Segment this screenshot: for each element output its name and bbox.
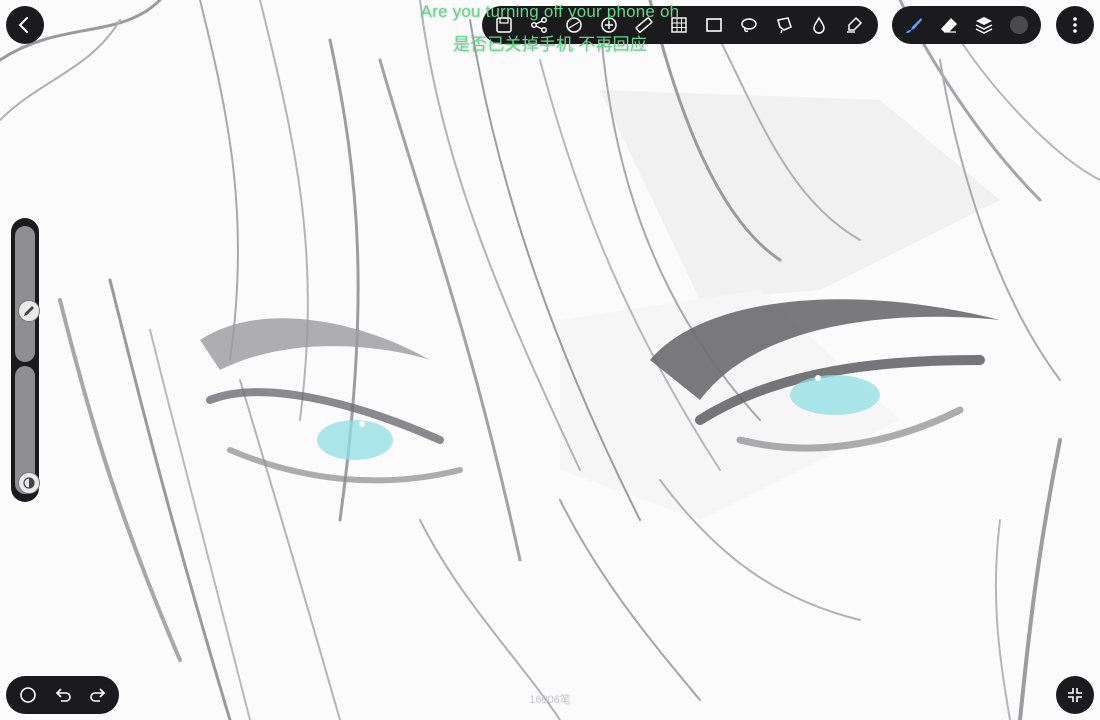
quick-shape-button[interactable] [10, 677, 45, 713]
drawing-canvas[interactable] [0, 0, 1100, 720]
redo-icon [89, 688, 105, 702]
brush-size-slider[interactable] [15, 226, 40, 362]
back-button[interactable] [6, 6, 44, 44]
more-menu-button[interactable] [1056, 6, 1094, 44]
more-vertical-icon [1073, 17, 1077, 33]
layers-icon [975, 17, 992, 34]
circle-icon [19, 687, 36, 703]
smudge-button[interactable] [836, 7, 871, 43]
pencil-icon [24, 305, 34, 316]
fit-screen-button[interactable] [1056, 676, 1094, 714]
polygon-lasso-icon [776, 17, 792, 34]
stroke-count: 16006笔 [529, 694, 571, 706]
fill-button[interactable] [801, 7, 836, 43]
opacity-slider[interactable] [15, 366, 40, 494]
history-toolbar [6, 676, 119, 714]
undo-button[interactable] [45, 677, 80, 713]
undo-icon [55, 688, 71, 702]
color-swatch [1009, 16, 1028, 34]
smudge-icon [846, 16, 862, 33]
layers-button[interactable] [966, 7, 1001, 43]
redo-button[interactable] [80, 677, 115, 713]
collapse-icon [1068, 688, 1082, 702]
eraser-icon [940, 18, 957, 33]
side-slider-panel [11, 218, 40, 502]
lasso-icon [740, 18, 757, 33]
opacity-icon [23, 477, 35, 489]
brush-icon [905, 18, 922, 33]
brush-button[interactable] [896, 7, 931, 43]
brush-size-knob[interactable] [18, 299, 40, 322]
opacity-knob[interactable] [18, 472, 40, 494]
eraser-button[interactable] [931, 7, 966, 43]
subtitle-line-2: 是否已关掉手机 不再回应 [452, 35, 648, 54]
fill-drop-icon [812, 16, 825, 34]
polygon-lasso-button[interactable] [766, 7, 801, 43]
subtitle-line-1: Are you turning off your phone oh [420, 2, 680, 21]
color-button[interactable] [1001, 7, 1036, 43]
chevron-left-icon [18, 17, 28, 33]
brush-toolbar [892, 6, 1041, 44]
